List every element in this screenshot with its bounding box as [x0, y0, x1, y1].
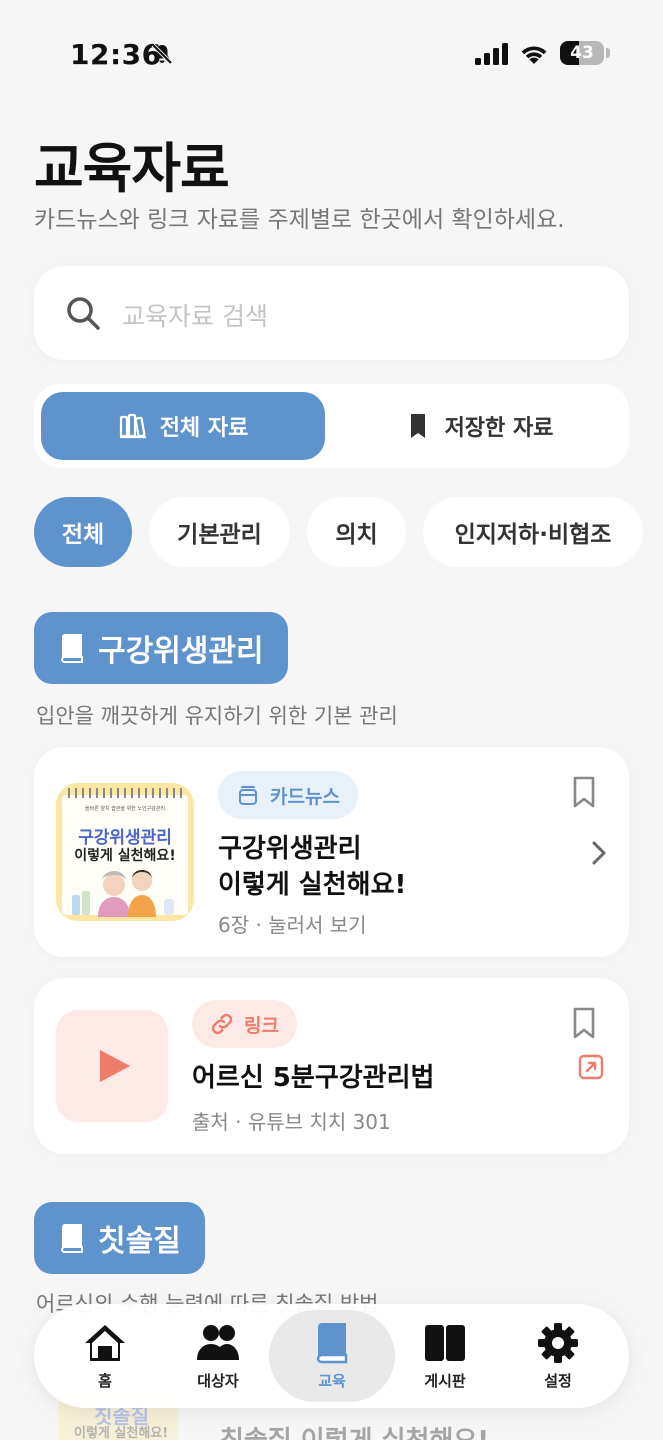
resource-title: 어르신 5분구강관리법: [192, 1063, 435, 1093]
home-icon: [85, 1324, 125, 1361]
battery-indicator: 43: [560, 41, 604, 65]
section-description: 입안을 깨끗하게 유지하기 위한 기본 관리: [36, 704, 398, 728]
tab-label: 설정: [544, 1371, 572, 1390]
resource-segment-control: 전체 자료 저장한 자료: [34, 384, 629, 468]
library-icon: [119, 413, 146, 439]
chip-cognitive-decline[interactable]: 인지저하·비협조: [423, 497, 643, 567]
segment-all-label: 전체 자료: [159, 416, 249, 441]
category-chips: 전체 기본관리 의치 인지저하·비협조: [34, 497, 663, 569]
tab-education[interactable]: 교육: [269, 1304, 395, 1408]
segment-saved-label: 저장한 자료: [444, 416, 554, 441]
tab-board[interactable]: 게시판: [386, 1304, 504, 1408]
thumb-subtitle: 이렇게 실천해요!: [74, 848, 176, 864]
wifi-icon: [521, 46, 547, 64]
link-icon: [211, 1013, 233, 1035]
resource-card-link[interactable]: 링크 어르신 5분구강관리법 출처 · 유튜브 치치 301: [34, 978, 629, 1154]
chevron-right-icon[interactable]: [587, 840, 609, 866]
tab-home[interactable]: 홈: [46, 1304, 164, 1408]
bottom-tab-bar: 홈 대상자 교육 게시판 설정: [34, 1304, 629, 1408]
tab-label: 대상자: [197, 1371, 239, 1390]
book-icon: [60, 1224, 83, 1253]
signal-icon: [475, 43, 508, 65]
battery-percent: 43: [570, 43, 594, 63]
resource-card-cardnews[interactable]: 올바른 양치 습관을 위한 노인구강관리 구강위생관리 이렇게 실천해요! 카드…: [34, 747, 629, 957]
resource-title-line-2: 이렇게 실천해요!: [218, 870, 407, 900]
resource-meta: 6장 · 눌러서 보기: [218, 913, 367, 937]
chip-denture[interactable]: 의치: [307, 497, 406, 567]
peek-title: 칫솔질 이렇게 실천해요!: [220, 1420, 489, 1440]
tab-label: 게시판: [424, 1371, 466, 1390]
section-title: 구강위생관리: [98, 634, 264, 669]
tab-label: 교육: [318, 1371, 346, 1390]
chip-basic-care[interactable]: 기본관리: [149, 497, 290, 567]
status-bar: 12:36 43: [0, 0, 663, 100]
section-header-oral-hygiene: 구강위생관리: [34, 612, 288, 684]
bell-muted-icon: [151, 43, 173, 65]
resource-title: 구강위생관리 이렇게 실천해요!: [218, 831, 406, 903]
tab-settings[interactable]: 설정: [499, 1304, 617, 1408]
type-label: 카드뉴스: [270, 785, 340, 808]
gear-icon: [538, 1322, 578, 1363]
chip-all[interactable]: 전체: [34, 497, 132, 567]
bookmark-icon[interactable]: [571, 775, 597, 809]
page-subtitle: 카드뉴스와 링크 자료를 주제별로 한곳에서 확인하세요.: [34, 207, 565, 233]
bookmark-filled-icon: [410, 414, 425, 438]
tab-label: 홈: [98, 1371, 112, 1390]
type-label: 링크: [244, 1014, 279, 1037]
caregiver-illustration: [72, 870, 174, 917]
search-input[interactable]: 교육자료 검색: [122, 297, 268, 333]
resource-meta: 출처 · 유튜브 치치 301: [192, 1110, 391, 1134]
book-icon: [60, 634, 83, 663]
page-title: 교육자료: [34, 137, 230, 200]
search-icon: [67, 297, 100, 330]
segment-saved-resources[interactable]: 저장한 자료: [335, 392, 621, 460]
status-time: 12:36: [70, 38, 162, 71]
board-icon: [425, 1324, 465, 1361]
play-icon: [100, 1050, 130, 1082]
peek-thumb-subtitle: 이렇게 실천해요!: [74, 1426, 169, 1440]
type-badge-cardnews: 카드뉴스: [218, 771, 358, 819]
tab-clients[interactable]: 대상자: [159, 1304, 277, 1408]
resource-title-line-1: 구강위생관리: [218, 834, 362, 864]
battery-cap: [606, 48, 610, 58]
cards-stack-icon: [239, 786, 257, 805]
cardnews-thumbnail: 올바른 양치 습관을 위한 노인구강관리 구강위생관리 이렇게 실천해요!: [56, 783, 194, 921]
bookmark-icon[interactable]: [571, 1006, 597, 1040]
book-icon: [316, 1322, 348, 1363]
section-header-toothbrushing: 칫솔질: [34, 1202, 205, 1274]
type-badge-link: 링크: [192, 1000, 297, 1048]
search-bar[interactable]: 교육자료 검색: [34, 266, 629, 360]
section-title: 칫솔질: [98, 1224, 181, 1259]
thumb-caption: 올바른 양치 습관을 위한 노인구강관리: [85, 806, 165, 812]
external-link-icon[interactable]: [577, 1053, 605, 1081]
video-thumbnail: [56, 1010, 168, 1122]
people-icon: [197, 1324, 239, 1360]
segment-all-resources[interactable]: 전체 자료: [41, 392, 325, 460]
